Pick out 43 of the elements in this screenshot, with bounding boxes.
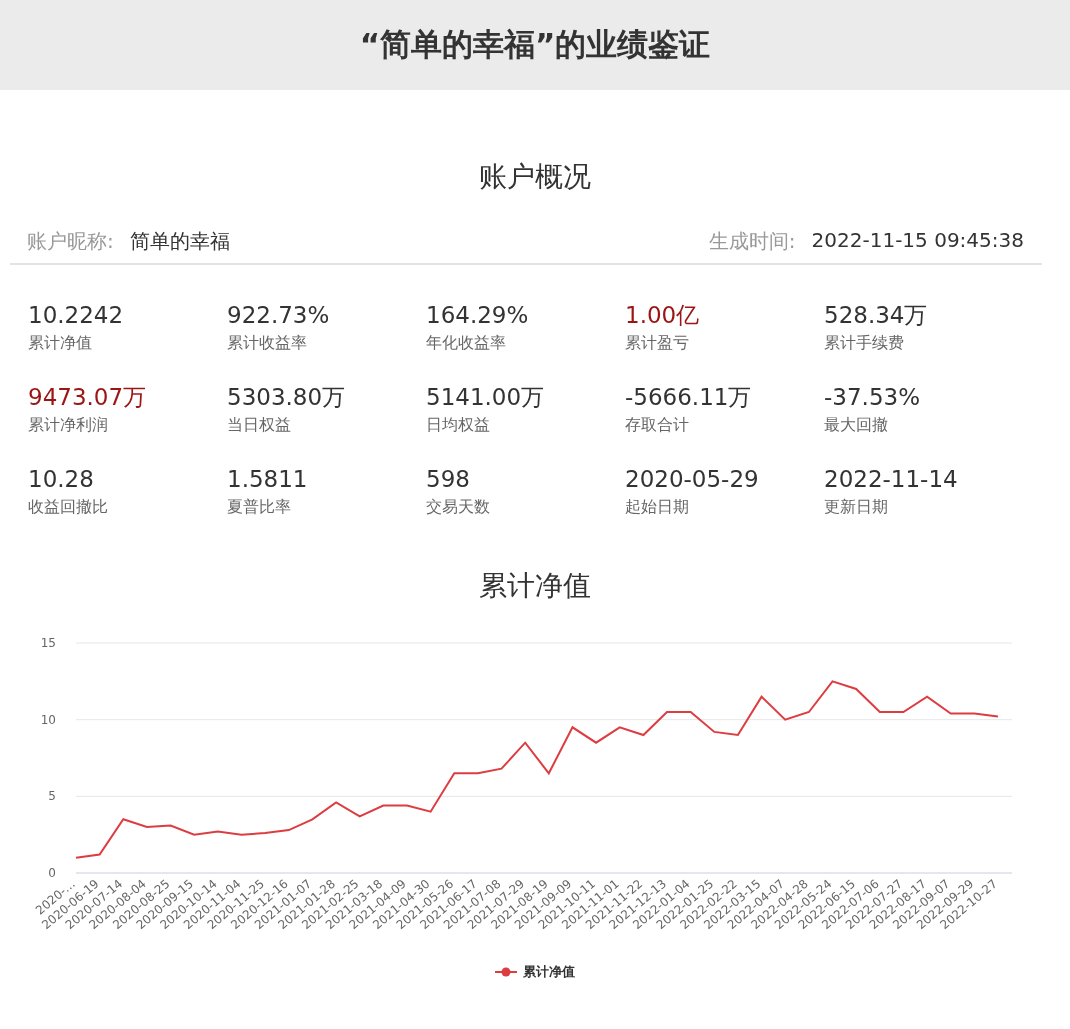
- stat-label: 累计盈亏: [625, 332, 690, 354]
- stat-label: 日均权益: [426, 414, 491, 436]
- stat-value: 10.28: [28, 465, 95, 494]
- stat-label: 累计净值: [28, 332, 93, 354]
- y-tick-label: 15: [40, 636, 56, 650]
- stat-value: 598: [426, 465, 471, 494]
- stat-value: 1.5811: [227, 465, 309, 494]
- stat-value: 1.00亿: [625, 301, 701, 330]
- stat-label: 收益回撤比: [28, 496, 109, 518]
- field-value: 2022-11-15 09:45:38: [811, 228, 1024, 254]
- stat-label: 累计净利润: [28, 414, 109, 436]
- stat-label: 当日权益: [227, 414, 292, 436]
- stat-label: 年化收益率: [426, 332, 507, 354]
- stat-value: 528.34万: [824, 301, 929, 330]
- stat-label: 更新日期: [824, 496, 889, 518]
- stat-value: 164.29%: [426, 301, 530, 330]
- y-tick-label: 5: [48, 789, 56, 804]
- stat-label: 起始日期: [625, 496, 690, 518]
- page-title: “简单的幸福”的业绩鉴证: [359, 25, 711, 64]
- stat-value: 2022-11-14: [824, 465, 959, 494]
- field-value: 简单的幸福: [129, 228, 230, 255]
- stat-label: 最大回撤: [824, 414, 889, 436]
- stat-value: -5666.11万: [625, 383, 753, 412]
- stat-value: 2020-05-29: [625, 465, 760, 494]
- legend-label[interactable]: 累计净值: [523, 963, 575, 981]
- stat-label: 累计收益率: [227, 332, 308, 354]
- stat-value: 5141.00万: [426, 383, 546, 412]
- chart-title: 累计净值: [478, 568, 592, 604]
- stat-label: 交易天数: [426, 496, 491, 518]
- stat-label: 存取合计: [625, 414, 690, 436]
- stat-label: 夏普比率: [227, 496, 292, 518]
- y-tick-label: 0: [48, 866, 56, 880]
- y-tick-label: 10: [40, 712, 56, 727]
- legend-icon[interactable]: [495, 967, 517, 977]
- section-heading: 账户概况: [478, 159, 592, 195]
- stat-label: 累计手续费: [824, 332, 905, 354]
- field-label: 账户昵称:: [27, 228, 114, 255]
- field-label: 生成时间:: [708, 228, 796, 255]
- stat-value: 10.2242: [28, 301, 125, 330]
- stat-value: 9473.07万: [28, 383, 148, 412]
- stat-value: 922.73%: [227, 301, 331, 330]
- stat-value: 5303.80万: [227, 383, 347, 412]
- stat-value: -37.53%: [824, 383, 921, 412]
